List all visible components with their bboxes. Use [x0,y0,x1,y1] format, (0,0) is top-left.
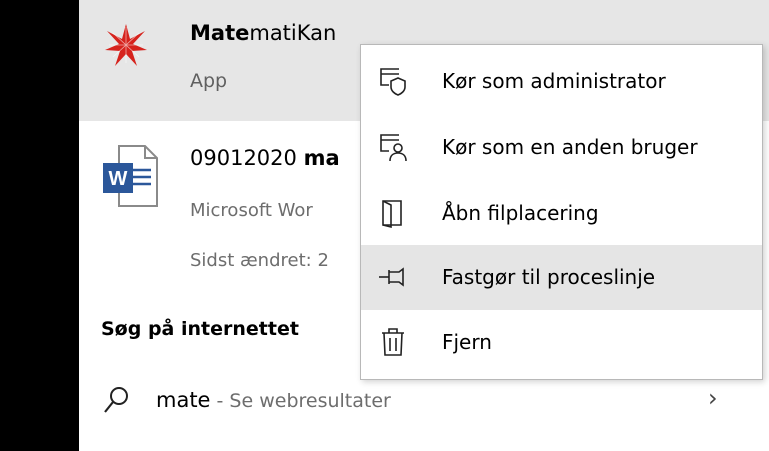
menu-item-pin-to-taskbar[interactable]: Fastgør til proceslinje [361,245,762,310]
web-search-heading: Søg på internettet [101,318,299,340]
menu-item-label: Kør som en anden bruger [442,135,698,159]
web-search-result[interactable]: mate - Se webresultater [156,388,391,412]
menu-item-run-as-admin[interactable]: Kør som administrator [361,49,762,114]
web-query-text: mate [156,388,211,412]
mathematica-app-icon [105,24,147,66]
menu-item-label: Åbn filplacering [442,201,599,225]
word-document-icon[interactable]: W [101,144,159,208]
left-black-bar [0,0,79,451]
web-query-separator: - [210,390,230,412]
open-file-location-icon [382,200,402,229]
context-menu: Kør som administrator Kør som en anden b… [360,44,763,380]
app-title: MatematiKan [190,20,336,46]
app-title-rest: matiKan [249,21,337,45]
menu-item-run-as-other-user[interactable]: Kør som en anden bruger [361,115,762,180]
menu-item-label: Fastgør til proceslinje [442,265,656,289]
document-title-bold: ma [303,146,340,170]
menu-item-label: Kør som administrator [442,69,666,93]
app-subtitle: App [190,70,228,92]
document-title[interactable]: 09012020 ma [190,146,340,170]
run-as-other-user-icon [380,134,407,162]
document-modified: Sidst ændret: 2 [190,250,329,271]
menu-item-label: Fjern [442,330,492,354]
trash-icon [382,328,404,356]
web-results-hint: Se webresultater [229,390,391,412]
menu-item-open-file-location[interactable]: Åbn filplacering [361,181,762,246]
chevron-right-icon[interactable]: › [708,384,718,412]
run-as-admin-icon [380,68,406,96]
document-title-prefix: 09012020 [190,146,304,170]
menu-item-remove[interactable]: Fjern [361,310,762,375]
document-type: Microsoft Wor [190,200,313,221]
app-title-bold: Mate [190,21,250,45]
svg-text:W: W [109,168,128,190]
pin-icon [379,267,404,287]
search-icon [104,387,128,413]
